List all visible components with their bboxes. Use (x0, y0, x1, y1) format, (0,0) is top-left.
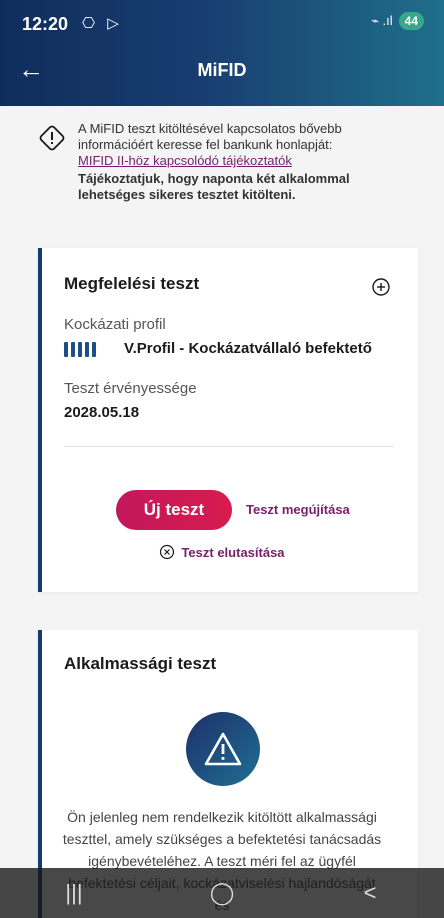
warning-triangle-icon (204, 732, 242, 766)
daily-limit-notice: Tájékoztatjuk, hogy naponta két alkalomm… (78, 171, 350, 202)
status-bar: 12:20 ⎔ ▷ ⌁ .ıl 44 (0, 0, 444, 48)
status-time: 12:20 (22, 14, 69, 34)
risk-profile-label: Kockázati profil (64, 316, 166, 333)
validity-value: 2028.05.18 (64, 404, 140, 421)
signal-icon: ⌁ .ıl (371, 13, 393, 28)
compliance-card-title: Megfelelési teszt (64, 274, 200, 293)
status-notification-icons: ⎔ ▷ (82, 15, 123, 32)
info-line: A MiFID teszt kitöltésével kapcsolatos b… (78, 121, 342, 152)
status-right: ⌁ .ıl 44 (371, 12, 424, 30)
card-divider (64, 446, 394, 447)
battery-badge: 44 (398, 12, 424, 30)
system-navigation-bar: ||| ◯ < (0, 868, 444, 918)
home-button[interactable]: ◯ (192, 880, 252, 906)
renew-test-link[interactable]: Teszt megújítása (246, 502, 350, 517)
info-diamond-icon (39, 125, 65, 151)
close-circle-icon (160, 544, 175, 560)
recent-apps-button[interactable]: ||| (44, 880, 104, 906)
page-title: MiFID (197, 60, 247, 80)
risk-profile-value: V.Profil - Kockázatvállaló befektető (124, 340, 372, 357)
app-header: 12:20 ⎔ ▷ ⌁ .ıl 44 ← MiFID (0, 0, 444, 106)
info-text: A MiFID teszt kitöltésével kapcsolatos b… (78, 121, 408, 203)
warning-badge (186, 712, 260, 786)
reject-test-link[interactable]: Teszt elutasítása (0, 544, 444, 560)
reject-test-label: Teszt elutasítása (181, 544, 285, 560)
system-back-button[interactable]: < (340, 880, 400, 906)
new-test-button[interactable]: Új teszt (116, 490, 232, 530)
suitability-card-title: Alkalmassági teszt (64, 654, 217, 673)
validity-label: Teszt érvényessége (64, 380, 197, 397)
nav-bar: ← MiFID (0, 48, 444, 106)
plus-circle-icon[interactable] (370, 276, 392, 298)
mifid-info-link[interactable]: MIFID II-höz kapcsolódó tájékoztatók (78, 153, 408, 169)
risk-bars-icon (64, 342, 96, 357)
